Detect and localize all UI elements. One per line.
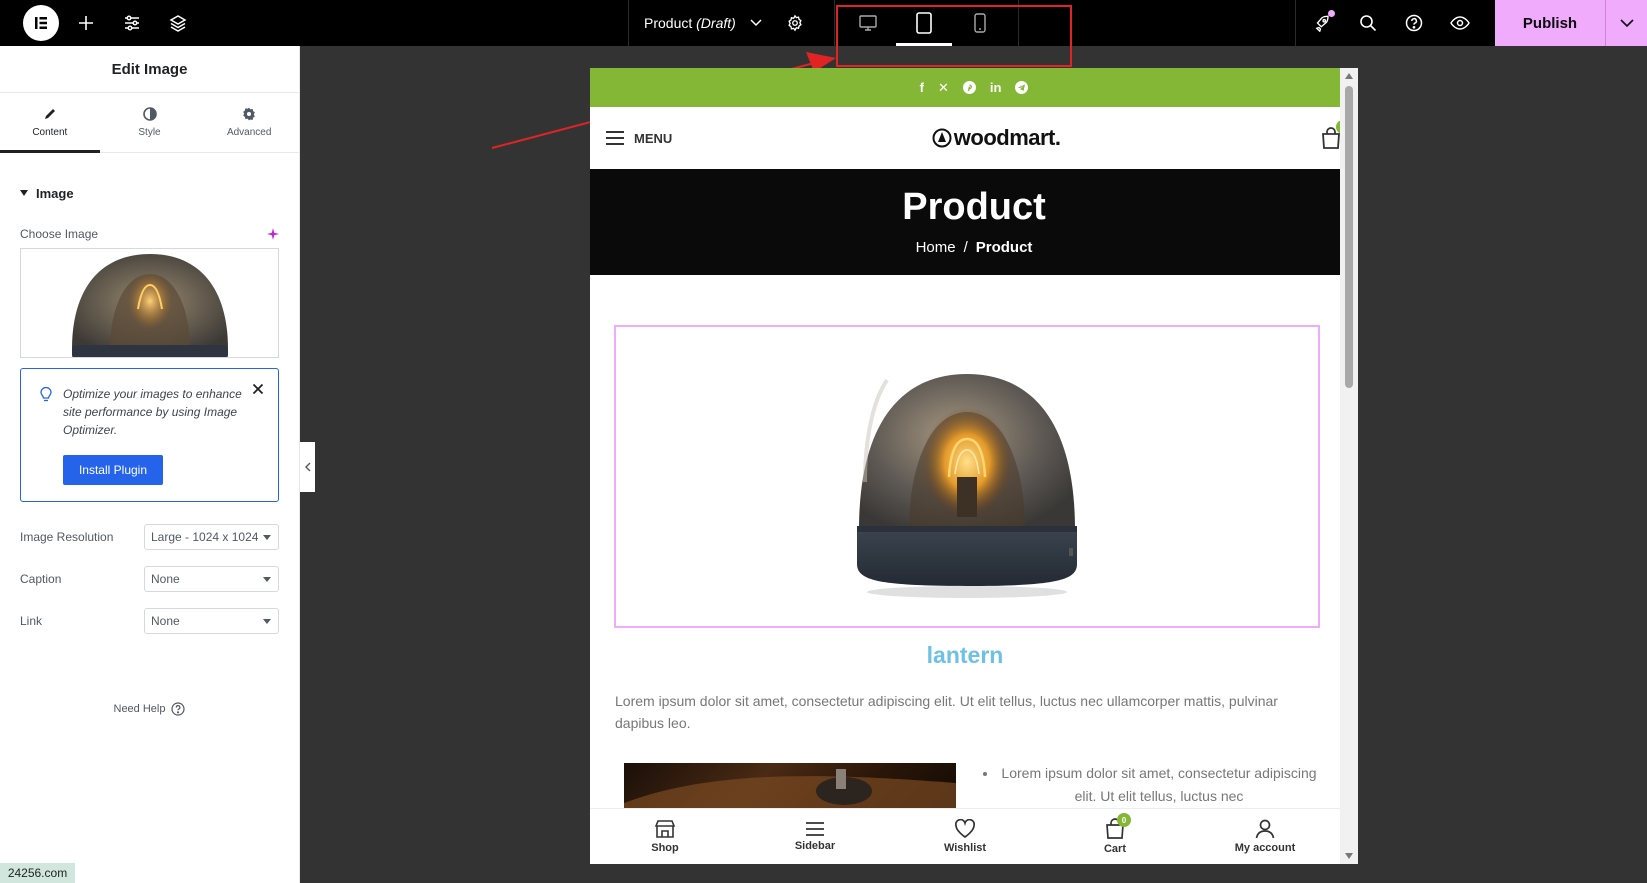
add-element-icon[interactable] — [63, 0, 109, 46]
help-circle-icon — [171, 702, 186, 716]
facebook-icon[interactable]: f — [920, 80, 924, 95]
need-help-link[interactable]: Need Help — [0, 702, 299, 716]
social-bar: f ✕ in — [590, 68, 1358, 107]
tab-label: Advanced — [226, 127, 272, 138]
publish-options-button[interactable] — [1605, 0, 1647, 46]
annotation-highlight-box — [836, 5, 1072, 67]
breadcrumb: Home / Product — [590, 239, 1358, 256]
menu-label: MENU — [634, 130, 673, 146]
tab-content[interactable]: Content — [0, 93, 100, 153]
nav-label: Cart — [1103, 843, 1126, 855]
nav-label: Shop — [651, 842, 679, 854]
panel-tabs: Content Style Advanced — [0, 93, 299, 153]
header-cart-icon[interactable]: 0 — [1320, 120, 1350, 150]
nav-shop[interactable]: Shop — [590, 809, 740, 864]
nav-label: Wishlist — [943, 842, 987, 854]
tablet-preview-canvas: f ✕ in MENU woodmart. 0 Product Home / P… — [590, 68, 1358, 864]
whats-new-rocket-icon[interactable] — [1299, 0, 1345, 46]
sidebar-icon — [806, 822, 824, 836]
search-icon[interactable] — [1345, 0, 1391, 46]
list-item: Lorem ipsum dolor sit amet, consectetur … — [998, 762, 1320, 808]
secondary-image — [624, 763, 956, 813]
nav-wishlist[interactable]: Wishlist — [890, 809, 1040, 864]
nav-label: My account — [1234, 842, 1296, 854]
control-label: Caption — [20, 572, 62, 586]
caret-down-icon — [20, 190, 28, 196]
nav-sidebar[interactable]: Sidebar — [740, 809, 890, 864]
choose-image-label: Choose Image — [20, 227, 99, 241]
tab-label: Style — [138, 127, 161, 138]
notice-text: Optimize your images to enhance site per… — [63, 387, 242, 437]
collapse-panel-button[interactable] — [300, 442, 315, 492]
brand-name: woodmart. — [953, 125, 1061, 150]
pencil-icon — [44, 109, 55, 119]
nav-my-account[interactable]: My account — [1190, 809, 1340, 864]
ai-sparkle-icon[interactable] — [267, 228, 279, 240]
hamburger-icon — [606, 131, 624, 145]
chevron-down-icon[interactable] — [750, 19, 762, 27]
image-section-toggle[interactable]: Image — [0, 173, 299, 213]
panel-title: Edit Image — [0, 46, 299, 93]
image-picker-preview[interactable] — [20, 248, 279, 358]
site-settings-icon[interactable] — [109, 0, 155, 46]
page-title-banner: Product Home / Product — [590, 169, 1358, 275]
elementor-logo-icon[interactable] — [23, 5, 59, 41]
gear-icon — [243, 107, 256, 121]
woodmart-tree-icon — [932, 128, 952, 148]
structure-layers-icon[interactable] — [155, 0, 201, 46]
chevron-down-icon — [1619, 19, 1634, 27]
publish-button[interactable]: Publish — [1495, 0, 1605, 46]
chevron-left-icon — [304, 462, 310, 472]
tab-advanced[interactable]: Advanced — [199, 93, 299, 152]
nav-cart[interactable]: 0 Cart — [1040, 809, 1190, 864]
close-icon[interactable] — [252, 383, 264, 395]
selected-image-widget[interactable] — [614, 325, 1320, 628]
pinterest-icon[interactable] — [962, 81, 976, 94]
cart-count-badge: 0 — [1117, 813, 1131, 827]
need-help-label: Need Help — [113, 703, 166, 715]
document-title: Product — [644, 15, 693, 31]
page-title: Product — [902, 186, 1046, 228]
nav-label: Sidebar — [794, 840, 836, 852]
link-select[interactable]: None — [144, 608, 279, 634]
help-icon[interactable] — [1391, 0, 1437, 46]
breadcrumb-home[interactable]: Home — [916, 239, 956, 256]
site-logo[interactable]: woodmart. — [932, 125, 1061, 151]
heart-icon — [954, 819, 976, 839]
caption-control: Caption None — [0, 558, 299, 600]
tab-style[interactable]: Style — [100, 93, 200, 152]
image-resolution-control: Image Resolution Large - 1024 x 1024 — [0, 516, 299, 558]
lantern-image — [857, 373, 1077, 598]
breadcrumb-separator: / — [963, 239, 968, 256]
tab-label: Content — [32, 127, 68, 138]
preview-scrollbar[interactable] — [1340, 68, 1358, 864]
user-icon — [1255, 819, 1275, 839]
telegram-icon[interactable] — [1015, 81, 1029, 94]
menu-toggle[interactable]: MENU — [606, 131, 672, 146]
section-title: Image — [36, 185, 74, 201]
product-title: lantern — [926, 642, 1004, 668]
site-header: MENU woodmart. 0 — [590, 107, 1358, 169]
document-status: (Draft) — [696, 15, 736, 31]
breadcrumb-current: Product — [975, 239, 1033, 256]
lightbulb-icon — [40, 387, 52, 402]
bullet-list: Lorem ipsum dolor sit amet, consectetur … — [980, 762, 1320, 808]
editor-side-panel: Edit Image Content Style Advanced Image … — [0, 46, 300, 883]
contrast-icon — [142, 107, 157, 121]
product-description: Lorem ipsum dolor sit amet, consectetur … — [615, 693, 1278, 731]
control-label: Link — [20, 614, 43, 628]
scrollbar-thumb[interactable] — [1345, 86, 1353, 388]
mobile-bottom-nav: Shop Sidebar Wishlist 0 Cart My account — [590, 808, 1340, 864]
caption-select[interactable]: None — [144, 566, 279, 592]
optimizer-notice: Optimize your images to enhance site per… — [20, 368, 279, 502]
shop-icon — [654, 820, 676, 838]
watermark: 24256.com — [0, 863, 75, 883]
x-twitter-icon[interactable]: ✕ — [938, 80, 949, 96]
preview-eye-icon[interactable] — [1437, 0, 1483, 46]
install-plugin-button[interactable]: Install Plugin — [63, 455, 163, 485]
image-resolution-select[interactable]: Large - 1024 x 1024 — [144, 524, 279, 550]
linkedin-icon[interactable]: in — [990, 80, 1002, 95]
link-control: Link None — [0, 600, 299, 642]
control-label: Image Resolution — [20, 530, 114, 544]
